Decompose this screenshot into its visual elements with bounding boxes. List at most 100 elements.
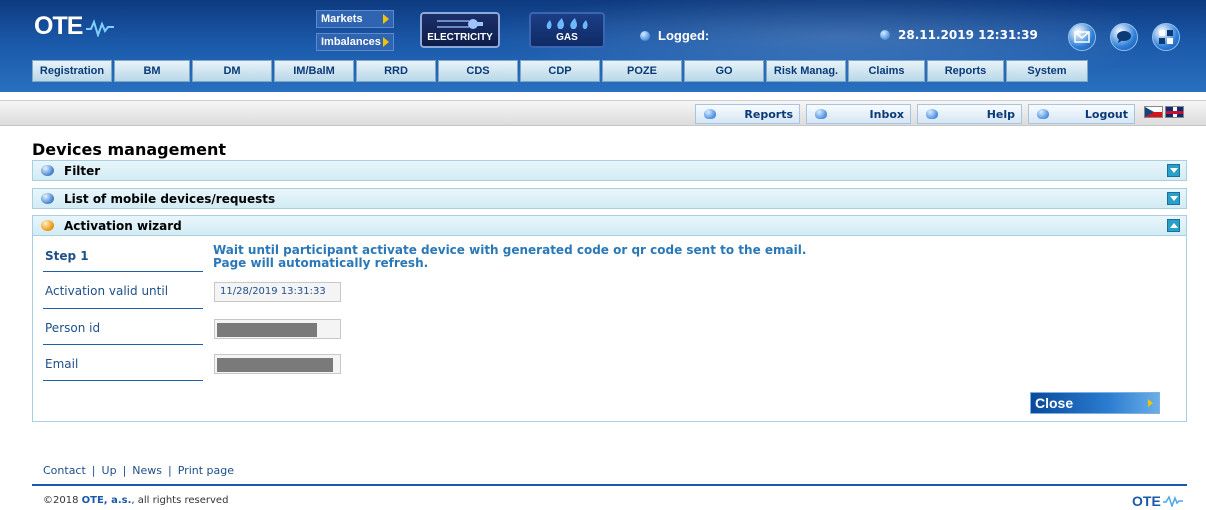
person-id-field[interactable] [214,319,341,339]
activation-valid-until-label: Activation valid until [45,284,169,298]
imbalances-label: Imbalances [321,36,381,48]
menu-item-registration[interactable]: Registration [32,60,112,82]
field-divider [43,344,203,345]
print-page-link[interactable]: Print page [178,464,234,477]
reports-icon [704,109,716,119]
field-divider [43,308,203,309]
markets-label: Markets [321,13,363,25]
field-divider [43,380,203,381]
chat-icon[interactable] [1110,23,1138,51]
plug-icon [437,19,483,29]
arrow-right-icon [383,37,389,47]
menu-item-risk-manag[interactable]: Risk Manag. [766,60,846,82]
pulse-icon [1162,495,1183,507]
close-label: Close [1035,395,1074,411]
gas-button[interactable]: GAS [529,12,605,48]
field-divider [43,271,203,272]
clock-dot-icon [880,30,890,40]
electricity-label: ELECTRICITY [427,32,493,43]
link-separator: | [168,464,172,477]
main-menu: Registration BM DM IM/BalM RRD CDS CDP P… [32,60,1088,82]
collapse-toggle-icon[interactable] [1167,219,1180,232]
menu-item-go[interactable]: GO [684,60,764,82]
uk-flag-icon[interactable] [1165,106,1184,118]
reports-button[interactable]: Reports [695,104,800,124]
activation-wizard-panel-header[interactable]: Activation wizard [32,215,1187,236]
wizard-instruction: Wait until participant activate device w… [213,243,807,270]
activation-wizard-panel-title: Activation wizard [64,218,182,233]
panel-bullet-active-icon [41,220,54,231]
footer-ote-logo: OTE [1132,493,1183,509]
contact-link[interactable]: Contact [43,464,86,477]
step-label: Step 1 [45,249,89,263]
logout-label: Logout [1084,107,1128,121]
help-label: Help [986,107,1015,121]
menu-item-system[interactable]: System [1006,60,1088,82]
footer-links: Contact | Up | News | Print page [43,464,234,477]
inbox-icon [815,109,827,119]
help-icon [926,109,938,119]
person-id-label: Person id [45,321,101,335]
devices-list-panel-header[interactable]: List of mobile devices/requests [32,188,1187,209]
expand-toggle-icon[interactable] [1167,164,1180,177]
filter-panel-title: Filter [64,163,101,178]
server-datetime: 28.11.2019 12:31:39 [880,28,1038,42]
redacted-value [217,358,333,372]
logo-text: OTE [34,12,83,40]
menu-item-poze[interactable]: POZE [602,60,682,82]
panel-bullet-icon [41,165,54,176]
expand-toggle-icon[interactable] [1167,192,1180,205]
mail-icon[interactable] [1068,23,1096,51]
pulse-icon [86,18,115,37]
footer-divider [32,484,1187,486]
activation-wizard-body: Step 1 Wait until participant activate d… [32,236,1187,422]
menu-item-rrd[interactable]: RRD [356,60,436,82]
redacted-value [217,323,317,337]
markets-button[interactable]: Markets [316,10,394,28]
secondary-toolbar: Reports Inbox Help Logout [0,100,1206,126]
gas-flame-icon [546,18,588,29]
news-link[interactable]: News [132,464,162,477]
electricity-button[interactable]: ELECTRICITY [420,12,500,48]
copyright: ©2018 OTE, a.s., all rights reserved [43,495,228,506]
menu-item-cdp[interactable]: CDP [520,60,600,82]
page-title: Devices management [32,140,226,159]
up-link[interactable]: Up [102,464,117,477]
devices-list-panel-title: List of mobile devices/requests [64,191,276,206]
czech-flag-icon[interactable] [1144,106,1163,118]
link-separator: | [122,464,127,477]
footer-logo-text: OTE [1132,493,1161,509]
tiles-icon[interactable] [1152,23,1180,51]
company-link[interactable]: OTE, a.s. [82,495,132,506]
menu-item-cds[interactable]: CDS [438,60,518,82]
arrow-right-icon [383,14,389,24]
menu-item-claims[interactable]: Claims [848,60,925,82]
copyright-suffix: , all rights reserved [131,495,229,506]
gas-label: GAS [556,32,578,43]
imbalances-button[interactable]: Imbalances [316,33,394,51]
logged-status: Logged: [640,28,709,43]
email-label: Email [45,357,79,371]
top-header: OTE Markets Imbalances ELECTRICITY GAS L… [0,0,1206,92]
menu-item-dm[interactable]: DM [192,60,272,82]
activation-valid-until-field[interactable]: 11/28/2019 13:31:33 [214,282,341,302]
menu-item-reports[interactable]: Reports [927,60,1004,82]
logout-icon [1037,109,1049,119]
email-field[interactable] [214,354,341,374]
inbox-label: Inbox [869,107,904,121]
logged-label: Logged: [658,28,710,43]
ote-logo[interactable]: OTE [34,12,115,41]
copyright-prefix: ©2018 [43,495,79,506]
link-separator: | [91,464,96,477]
menu-item-bm[interactable]: BM [114,60,190,82]
language-switcher [1144,106,1184,118]
help-button[interactable]: Help [917,104,1022,124]
inbox-button[interactable]: Inbox [806,104,911,124]
logout-button[interactable]: Logout [1028,104,1135,124]
reports-label: Reports [744,107,793,121]
menu-item-im-balm[interactable]: IM/BalM [274,60,354,82]
filter-panel-header[interactable]: Filter [32,160,1187,181]
close-button[interactable]: Close [1030,392,1160,414]
status-dot-icon [640,30,650,41]
datetime-value: 28.11.2019 12:31:39 [898,28,1038,42]
